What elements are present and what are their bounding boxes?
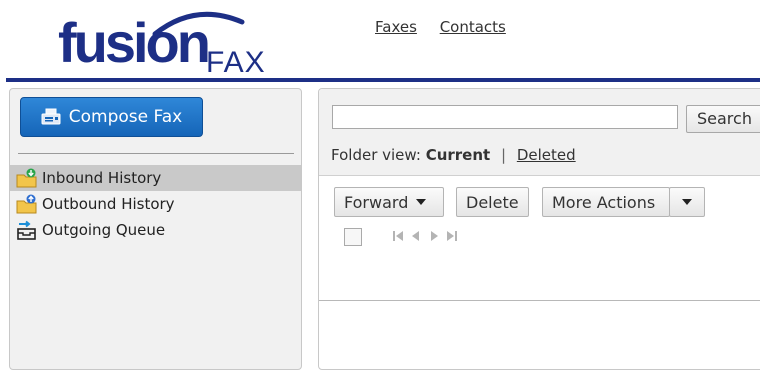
first-page-icon[interactable] xyxy=(392,230,404,242)
more-actions-label: More Actions xyxy=(552,192,656,212)
sidebar-item-label: Inbound History xyxy=(42,169,162,187)
fax-list-panel: Search Folder view: Current | Deleted Fo… xyxy=(318,88,760,370)
pagination-controls xyxy=(392,230,458,242)
folder-view-current: Current xyxy=(425,146,491,164)
sidebar-item-label: Outbound History xyxy=(42,195,175,213)
folder-view-separator: | xyxy=(500,146,507,164)
more-actions-button[interactable]: More Actions xyxy=(542,187,670,217)
forward-button[interactable]: Forward xyxy=(334,187,444,217)
chevron-down-icon xyxy=(416,199,427,205)
folder-view-selector: Folder view: Current | Deleted xyxy=(331,146,576,164)
toolbar-divider xyxy=(319,175,760,176)
top-navigation: Faxes Contacts xyxy=(375,18,524,36)
chevron-down-icon xyxy=(682,199,692,205)
sidebar-item-label: Outgoing Queue xyxy=(42,221,166,239)
sidebar-divider xyxy=(18,153,294,154)
more-actions-dropdown-button[interactable] xyxy=(669,187,705,217)
outgoing-queue-icon xyxy=(16,220,38,240)
compose-fax-button[interactable]: Compose Fax xyxy=(20,97,203,137)
delete-button[interactable]: Delete xyxy=(456,187,529,217)
search-input[interactable] xyxy=(332,105,678,129)
select-all-checkbox[interactable] xyxy=(344,228,362,246)
next-page-icon[interactable] xyxy=(430,230,440,242)
fax-machine-icon xyxy=(41,108,61,126)
header-divider xyxy=(6,78,760,82)
nav-link-contacts[interactable]: Contacts xyxy=(440,18,506,36)
inbound-folder-icon xyxy=(16,168,38,188)
fusion-fax-logo: fusion FAX xyxy=(58,8,268,80)
list-divider xyxy=(319,300,760,301)
previous-page-icon[interactable] xyxy=(410,230,420,242)
sidebar-item-inbound-history[interactable]: Inbound History xyxy=(10,165,301,191)
sidebar-item-outbound-history[interactable]: Outbound History xyxy=(10,191,301,217)
delete-label: Delete xyxy=(466,192,519,212)
nav-link-faxes[interactable]: Faxes xyxy=(375,18,417,36)
sidebar-item-outgoing-queue[interactable]: Outgoing Queue xyxy=(10,217,301,243)
outbound-folder-icon xyxy=(16,194,38,214)
logo-wordmark: fusion xyxy=(58,11,211,74)
compose-fax-label: Compose Fax xyxy=(68,107,183,127)
search-button[interactable]: Search xyxy=(686,105,760,133)
logo-fax-text: FAX xyxy=(206,46,266,79)
last-page-icon[interactable] xyxy=(446,230,458,242)
folder-view-label: Folder view: xyxy=(331,146,421,164)
forward-label: Forward xyxy=(344,192,409,212)
folder-list: Inbound History Outbound History Outgoin… xyxy=(10,165,301,243)
folder-sidebar: Compose Fax Inbound History Outbound His… xyxy=(9,88,302,370)
folder-view-deleted-link[interactable]: Deleted xyxy=(517,146,576,164)
